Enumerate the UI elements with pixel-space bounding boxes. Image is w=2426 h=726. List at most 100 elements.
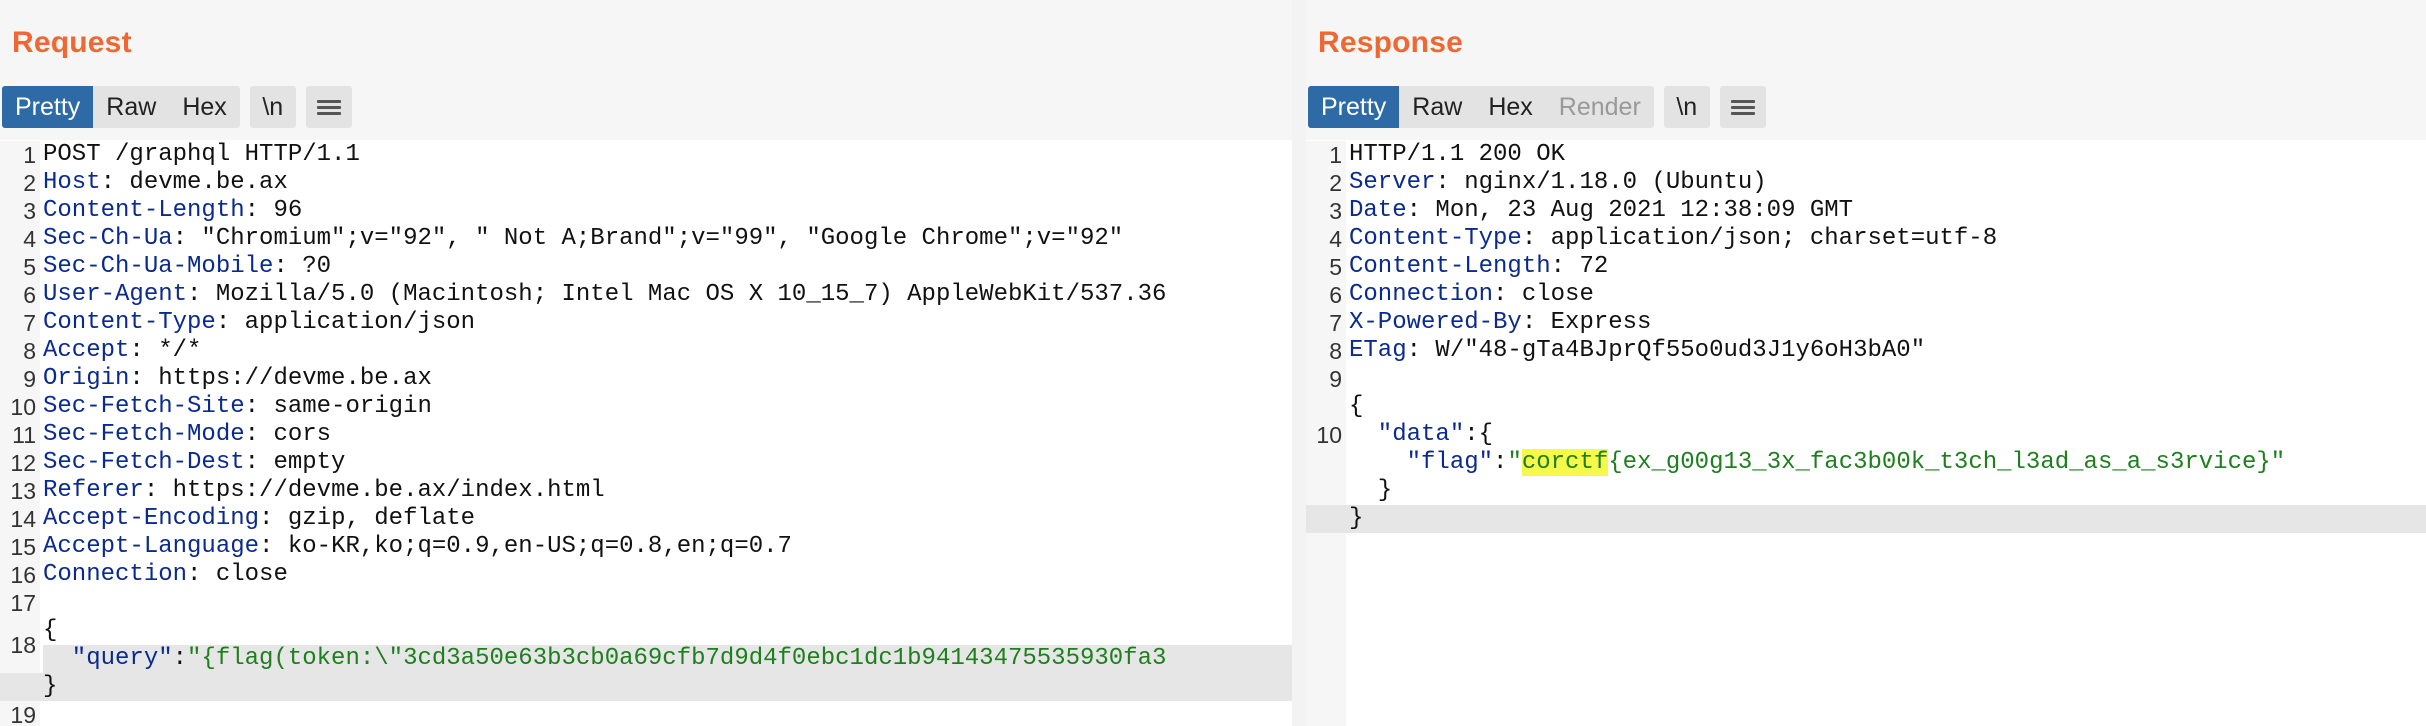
response-tab-hex[interactable]: Hex bbox=[1475, 86, 1545, 128]
header-value: 72 bbox=[1565, 253, 1609, 280]
header-value: "Chromium";v="92", " Not A;Brand";v="99"… bbox=[187, 225, 1124, 252]
http-header: Content-Length: 96 bbox=[43, 197, 302, 225]
response-view-tabs: Pretty Raw Hex Render bbox=[1308, 86, 1654, 128]
json-separator: :{ bbox=[1464, 421, 1494, 448]
header-colon: : bbox=[129, 337, 144, 364]
start-line: HTTP/1.1 200 OK bbox=[1349, 141, 1566, 168]
request-header-line: 9 Origin: https://devme.be.ax bbox=[0, 365, 1292, 393]
http-header: Server: nginx/1.18.0 (Ubuntu) bbox=[1349, 169, 1767, 197]
json-separator: : bbox=[1493, 449, 1508, 476]
http-header: Accept-Encoding: gzip, deflate bbox=[43, 505, 475, 533]
response-inner-close-line: } bbox=[1306, 477, 2426, 505]
flag-search-highlight: corctf bbox=[1521, 449, 1609, 476]
line-number: 11 bbox=[12, 422, 36, 448]
header-name: Server bbox=[1349, 169, 1436, 196]
header-name: Accept-Encoding bbox=[43, 505, 260, 532]
header-name: Accept bbox=[43, 337, 130, 364]
header-value: application/json; charset=utf-8 bbox=[1536, 225, 1998, 252]
json-inner-close-brace: } bbox=[1349, 477, 1393, 504]
line-number: 3 bbox=[23, 198, 36, 224]
request-tab-pretty[interactable]: Pretty bbox=[2, 86, 94, 128]
line-number: 5 bbox=[1329, 254, 1342, 280]
line-number: 2 bbox=[1329, 170, 1342, 196]
http-message-viewer: Request Pretty Raw Hex \n 1 POST /graphql… bbox=[0, 0, 2426, 726]
response-tab-render[interactable]: Render bbox=[1546, 86, 1654, 128]
request-title: Request bbox=[12, 26, 132, 59]
response-flag-line: "flag":"corctf{ex_g00g13_3x_fac3b00k_t3c… bbox=[1306, 449, 2426, 477]
header-colon: : bbox=[1521, 309, 1537, 336]
line-number: 10 bbox=[10, 394, 36, 420]
http-header: Sec-Fetch-Site: same-origin bbox=[43, 393, 432, 421]
request-code-lines: 1 POST /graphql HTTP/1.1 2 Host: devme.be.a… bbox=[0, 141, 1292, 726]
request-header-line: 4 Sec-Ch-Ua: "Chromium";v="92", " Not A;B… bbox=[0, 225, 1292, 253]
hamburger-menu-icon bbox=[1730, 99, 1755, 115]
response-editor[interactable]: 1 HTTP/1.1 200 OK 2 Server: nginx/1.18.0 (U… bbox=[1306, 141, 2426, 726]
line-number: 14 bbox=[10, 506, 36, 532]
request-newline-toggle-button[interactable]: \n bbox=[249, 86, 296, 128]
header-value: application/json bbox=[230, 309, 476, 336]
request-header-line: 16 Connection: close bbox=[0, 561, 1292, 589]
line-number: 3 bbox=[1329, 198, 1342, 224]
response-header-line: 7 X-Powered-By: Express bbox=[1306, 309, 2426, 337]
request-tab-raw[interactable]: Raw bbox=[93, 86, 169, 128]
request-tab-hex[interactable]: Hex bbox=[169, 86, 239, 128]
request-header-line: 7 Content-Type: application/json bbox=[0, 309, 1292, 337]
header-colon: : bbox=[1493, 281, 1508, 308]
line-number: 12 bbox=[10, 450, 36, 476]
response-tab-raw[interactable]: Raw bbox=[1399, 86, 1475, 128]
http-header: Referer: https://devme.be.ax/index.html bbox=[43, 477, 605, 505]
request-header-line: 3 Content-Length: 96 bbox=[0, 197, 1292, 225]
json-open-brace: { bbox=[1349, 393, 1364, 420]
request-editor[interactable]: 1 POST /graphql HTTP/1.1 2 Host: devme.be.a… bbox=[0, 141, 1292, 726]
panel-divider[interactable] bbox=[1292, 0, 1306, 726]
response-header-line: 5 Content-Length: 72 bbox=[1306, 253, 2426, 281]
http-header: Sec-Fetch-Dest: empty bbox=[43, 449, 345, 477]
response-header-line: 2 Server: nginx/1.18.0 (Ubuntu) bbox=[1306, 169, 2426, 197]
header-name: Content-Length bbox=[1349, 253, 1551, 280]
header-name: Connection bbox=[43, 561, 188, 588]
response-title: Response bbox=[1318, 26, 1463, 59]
response-newline-toggle-button[interactable]: \n bbox=[1663, 86, 1710, 128]
header-name: Content-Type bbox=[43, 309, 216, 336]
http-header: Connection: close bbox=[43, 561, 288, 589]
header-value: devme.be.ax bbox=[115, 169, 288, 196]
response-code-lines: 1 HTTP/1.1 200 OK 2 Server: nginx/1.18.0 (U… bbox=[1306, 141, 2426, 533]
response-panel: Response Pretty Raw Hex Render \n 1 HTTP/… bbox=[1306, 0, 2426, 726]
header-colon: : bbox=[143, 477, 159, 504]
header-name: Origin bbox=[43, 365, 130, 392]
json-value-query: "{flag(token:\"3cd3a50e63b3cb0a69cfb7d9d… bbox=[187, 645, 1167, 672]
header-value: close bbox=[201, 561, 288, 588]
line-number: 9 bbox=[23, 366, 36, 392]
header-name: Content-Length bbox=[43, 197, 245, 224]
response-header-line: 4 Content-Type: application/json; charset… bbox=[1306, 225, 2426, 253]
request-menu-button[interactable] bbox=[305, 86, 352, 128]
header-colon: : bbox=[129, 365, 144, 392]
line-number: 8 bbox=[23, 338, 36, 364]
header-name: Sec-Fetch-Dest bbox=[43, 449, 245, 476]
json-key-query: "query" bbox=[43, 645, 173, 672]
http-header: Host: devme.be.ax bbox=[43, 169, 288, 197]
response-tab-pretty[interactable]: Pretty bbox=[1308, 86, 1400, 128]
response-toolbar: Pretty Raw Hex Render \n bbox=[1308, 86, 1766, 128]
http-header: Accept-Language: ko-KR,ko;q=0.9,en-US;q=… bbox=[43, 533, 792, 561]
header-colon: : bbox=[259, 533, 274, 560]
response-body-close-line: } bbox=[1306, 505, 2426, 533]
header-name: Sec-Fetch-Mode bbox=[43, 421, 245, 448]
header-value: ko-KR,ko;q=0.9,en-US;q=0.8,en;q=0.7 bbox=[273, 533, 792, 560]
line-number: 8 bbox=[1329, 338, 1342, 364]
header-name: Date bbox=[1349, 197, 1407, 224]
header-name: Referer bbox=[43, 477, 144, 504]
response-menu-button[interactable] bbox=[1719, 86, 1766, 128]
line-number: 1 bbox=[23, 142, 36, 168]
header-colon: : bbox=[1435, 169, 1450, 196]
header-value: https://devme.be.ax/index.html bbox=[158, 477, 605, 504]
header-value: ?0 bbox=[287, 253, 332, 280]
http-header: X-Powered-By: Express bbox=[1349, 309, 1651, 337]
header-name: Connection bbox=[1349, 281, 1494, 308]
request-header-line: 1 POST /graphql HTTP/1.1 bbox=[0, 141, 1292, 169]
header-name: Sec-Ch-Ua bbox=[43, 225, 173, 252]
request-view-tabs: Pretty Raw Hex bbox=[2, 86, 240, 128]
header-name: Content-Type bbox=[1349, 225, 1522, 252]
header-colon: : bbox=[215, 309, 231, 336]
request-header-line: 5 Sec-Ch-Ua-Mobile: ?0 bbox=[0, 253, 1292, 281]
